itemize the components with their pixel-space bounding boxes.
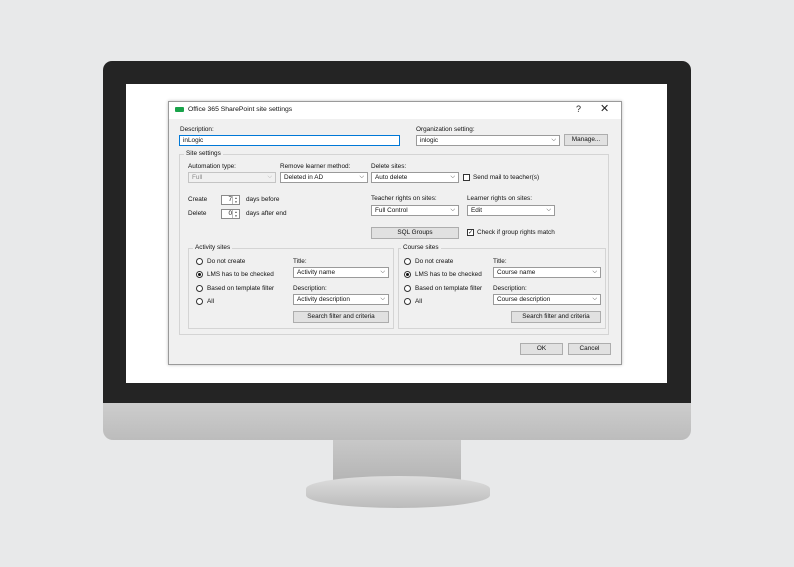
chevron-down-icon: ⌵	[380, 269, 385, 275]
chevron-down-icon: ⌵	[450, 207, 455, 213]
close-icon[interactable]: ✕	[600, 102, 609, 115]
activity-title-select[interactable]: Activity name ⌵	[293, 267, 389, 278]
delete-sites-select[interactable]: Auto delete ⌵	[371, 172, 459, 183]
check-group-rights-label: Check if group rights match	[477, 229, 555, 236]
chevron-down-icon: ⌵	[450, 174, 455, 180]
activity-option-label: LMS has to be checked	[207, 271, 274, 278]
course-radio-do-not-create[interactable]	[404, 258, 411, 265]
chevron-down-icon: ⌵	[592, 269, 597, 275]
description-label: Description:	[180, 126, 214, 133]
teacher-rights-select[interactable]: Full Control ⌵	[371, 205, 459, 216]
course-option-label: All	[415, 298, 423, 305]
stepper-arrows-icon[interactable]: ▲ ▼	[232, 196, 239, 204]
course-sites-label: Course sites	[401, 244, 441, 251]
spin-down-icon: ▼	[234, 214, 238, 218]
chevron-down-icon: ⌵	[380, 296, 385, 302]
course-description-value: Course description	[497, 296, 551, 303]
create-label: Create	[188, 196, 208, 203]
chevron-down-icon: ⌵	[267, 174, 272, 180]
app-icon	[175, 107, 184, 112]
teacher-rights-value: Full Control	[375, 207, 408, 214]
activity-radio-do-not-create[interactable]	[196, 258, 203, 265]
manage-button[interactable]: Manage...	[564, 134, 608, 146]
course-option-label: Do not create	[415, 258, 454, 265]
window-title: Office 365 SharePoint site settings	[188, 106, 293, 113]
help-icon[interactable]: ?	[576, 104, 581, 114]
send-mail-checkbox[interactable]	[463, 174, 470, 181]
remove-learner-value: Deleted in AD	[284, 174, 324, 181]
learner-rights-select[interactable]: Edit ⌵	[467, 205, 555, 216]
monitor-stand	[306, 476, 490, 508]
cancel-button[interactable]: Cancel	[568, 343, 611, 355]
delete-days-stepper[interactable]: 0 ▲ ▼	[221, 209, 240, 219]
chevron-down-icon: ⌵	[359, 174, 364, 180]
activity-title-label: Title:	[293, 258, 307, 265]
delete-label: Delete	[188, 210, 207, 217]
activity-radio-all[interactable]	[196, 298, 203, 305]
organization-select[interactable]: inlogic ⌵	[416, 135, 560, 146]
activity-description-select[interactable]: Activity description ⌵	[293, 294, 389, 305]
checkmark-icon: ✓	[468, 230, 474, 236]
learner-rights-label: Learner rights on sites:	[467, 195, 533, 202]
teacher-rights-label: Teacher rights on sites:	[371, 195, 437, 202]
automation-type-value: Full	[192, 174, 203, 181]
course-search-filter-button[interactable]: Search filter and criteria	[511, 311, 601, 323]
chevron-down-icon: ⌵	[546, 207, 551, 213]
ok-button[interactable]: OK	[520, 343, 563, 355]
course-title-label: Title:	[493, 258, 507, 265]
activity-sites-label: Activity sites	[193, 244, 233, 251]
course-radio-lms-checked[interactable]	[404, 271, 411, 278]
organization-value: inlogic	[420, 137, 439, 144]
delete-suffix: days after end	[246, 210, 287, 217]
activity-option-label: All	[207, 298, 215, 305]
automation-type-select[interactable]: Full ⌵	[188, 172, 276, 183]
send-mail-label: Send mail to teacher(s)	[473, 174, 540, 181]
course-option-label: Based on template filter	[415, 285, 483, 292]
site-settings-label: Site settings	[184, 150, 223, 157]
activity-description-value: Activity description	[297, 296, 350, 303]
automation-type-label: Automation type:	[188, 163, 236, 170]
delete-sites-label: Delete sites:	[371, 163, 407, 170]
course-title-select[interactable]: Course name ⌵	[493, 267, 601, 278]
remove-learner-label: Remove learner method:	[280, 163, 351, 170]
activity-title-value: Activity name	[297, 269, 336, 276]
course-description-label: Description:	[493, 285, 527, 292]
course-option-label: LMS has to be checked	[415, 271, 482, 278]
spin-down-icon: ▼	[234, 200, 238, 204]
chevron-down-icon: ⌵	[551, 137, 556, 143]
sql-groups-button[interactable]: SQL Groups	[371, 227, 459, 239]
course-title-value: Course name	[497, 269, 536, 276]
activity-description-label: Description:	[293, 285, 327, 292]
description-input[interactable]: inLogic	[179, 135, 400, 146]
chevron-down-icon: ⌵	[592, 296, 597, 302]
monitor-chin	[103, 403, 691, 440]
remove-learner-select[interactable]: Deleted in AD ⌵	[280, 172, 368, 183]
learner-rights-value: Edit	[471, 207, 483, 214]
activity-radio-template-filter[interactable]	[196, 285, 203, 292]
course-radio-all[interactable]	[404, 298, 411, 305]
activity-option-label: Based on template filter	[207, 285, 275, 292]
activity-search-filter-button[interactable]: Search filter and criteria	[293, 311, 389, 323]
organization-label: Organization setting:	[416, 126, 475, 133]
site-settings-dialog: Office 365 SharePoint site settings ? ✕ …	[168, 101, 622, 365]
check-group-rights-checkbox[interactable]: ✓	[467, 229, 474, 236]
create-suffix: days before	[246, 196, 280, 203]
stepper-arrows-icon[interactable]: ▲ ▼	[232, 210, 239, 218]
create-days-stepper[interactable]: 7 ▲ ▼	[221, 195, 240, 205]
title-bar: Office 365 SharePoint site settings ? ✕	[169, 102, 621, 119]
activity-option-label: Do not create	[207, 258, 246, 265]
course-description-select[interactable]: Course description ⌵	[493, 294, 601, 305]
delete-sites-value: Auto delete	[375, 174, 408, 181]
activity-radio-lms-checked[interactable]	[196, 271, 203, 278]
course-radio-template-filter[interactable]	[404, 285, 411, 292]
